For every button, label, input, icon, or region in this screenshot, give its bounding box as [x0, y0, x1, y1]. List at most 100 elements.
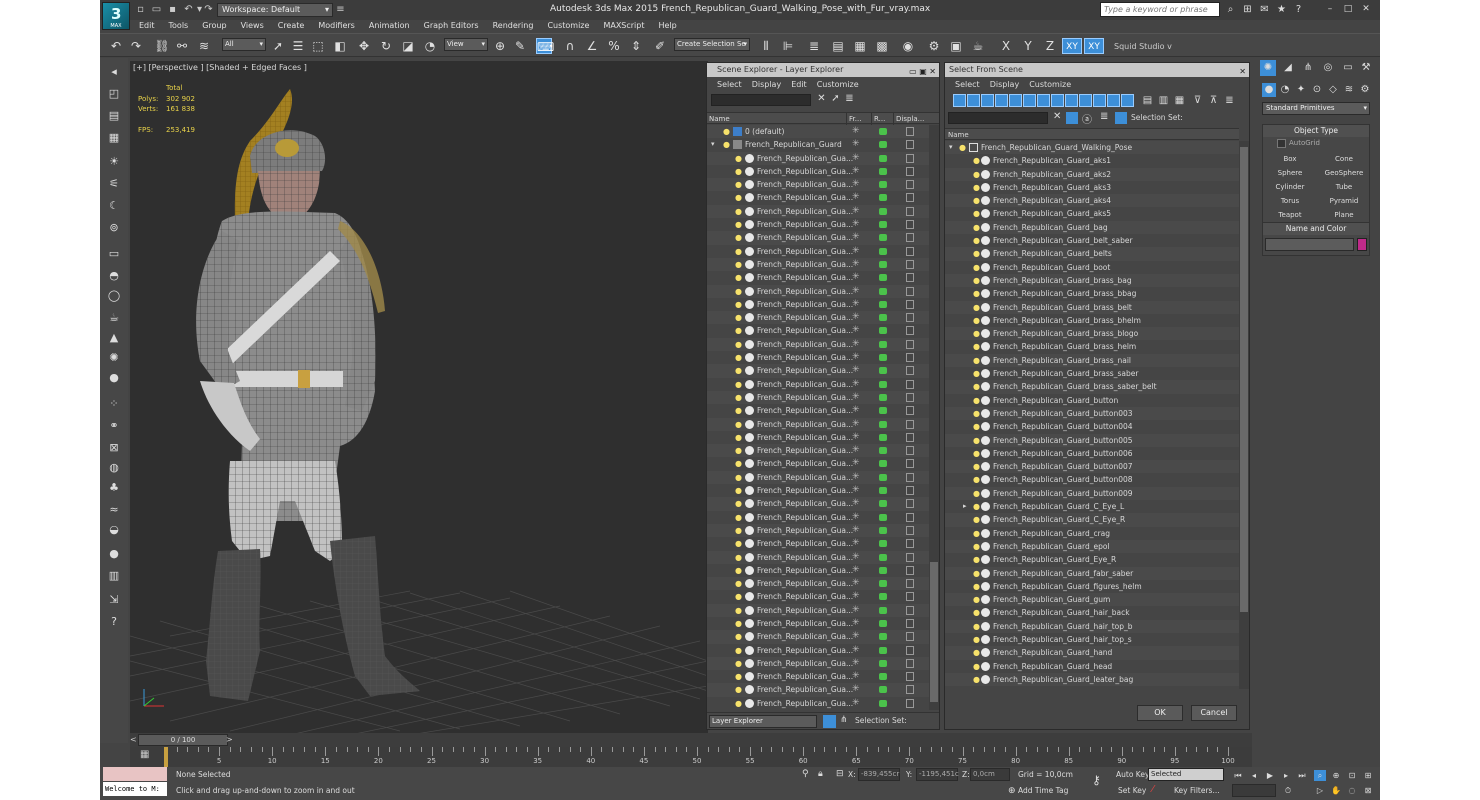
edit-named-selection-icon[interactable]: ✐ — [652, 38, 668, 54]
freeze-toggle-icon[interactable]: ✳ — [852, 497, 860, 510]
sfs-object-row[interactable]: ● French_Republican_Guard_button008 — [945, 473, 1239, 486]
primitive-box-button[interactable]: Box — [1265, 153, 1315, 165]
render-toggle-icon[interactable] — [879, 260, 887, 268]
bulb-icon[interactable]: ● — [735, 380, 742, 389]
display-toggle-icon[interactable] — [906, 552, 914, 562]
object-name[interactable]: French_Republican_Gua... — [757, 617, 853, 630]
object-name[interactable]: French_Republican_Guard_button003 — [993, 407, 1133, 420]
zoom-extents-icon[interactable]: ⊡ — [1346, 770, 1358, 781]
expand-icon[interactable]: ▾ — [711, 138, 715, 151]
se-object-row[interactable]: ● French_Republican_Gua... ✳ — [707, 271, 929, 284]
se-object-row[interactable]: ● French_Republican_Gua... ✳ — [707, 577, 929, 591]
box-primitive-icon[interactable]: ▭ — [106, 246, 122, 262]
se-scroll-thumb[interactable] — [930, 562, 938, 702]
bulb-icon[interactable]: ● — [735, 233, 742, 242]
bulb-icon[interactable]: ● — [735, 459, 742, 468]
object-name[interactable]: French_Republican_Gua... — [757, 497, 853, 510]
display-toggle-icon[interactable] — [906, 419, 914, 429]
sfs-object-row[interactable]: ● French_Republican_Guard_button009 — [945, 486, 1239, 501]
display-toggle-icon[interactable] — [906, 339, 914, 349]
display-toggle-icon[interactable] — [906, 166, 914, 176]
bulb-icon[interactable]: ● — [735, 646, 742, 655]
object-name[interactable]: French_Republican_Gua... — [757, 218, 853, 231]
primitive-torus-button[interactable]: Torus — [1265, 195, 1315, 207]
primitive-cylinder-button[interactable]: Cylinder — [1265, 181, 1315, 193]
freeze-toggle-icon[interactable]: ✳ — [852, 285, 860, 298]
goto-end-icon[interactable]: ⏭ — [1296, 770, 1308, 781]
display-cameras-icon[interactable] — [995, 94, 1008, 107]
object-name[interactable]: French_Republican_Guard_button008 — [993, 473, 1133, 486]
display-toggle-icon[interactable] — [906, 512, 914, 522]
object-name[interactable]: French_Republican_Gua... — [757, 245, 853, 258]
freeze-toggle-icon[interactable]: ✳ — [852, 431, 860, 444]
bulb-icon[interactable]: ● — [735, 592, 742, 601]
object-name[interactable]: French_Republican_Guard_gum — [993, 593, 1110, 606]
se-layer-row[interactable]: ● 0 (default) ✳ — [707, 125, 929, 139]
display-toggle-icon[interactable] — [906, 632, 914, 642]
bulb-icon[interactable]: ● — [973, 542, 980, 551]
object-color-swatch[interactable] — [1357, 238, 1367, 251]
time-next-icon[interactable]: > — [226, 735, 233, 744]
display-toggle-icon[interactable] — [906, 273, 914, 283]
bulb-icon[interactable]: ● — [735, 207, 742, 216]
menu-rendering[interactable]: Rendering — [486, 19, 541, 33]
sfs-object-row[interactable]: ● French_Republican_Guard_gum — [945, 593, 1239, 607]
clear-filter-icon[interactable]: ✕ — [815, 93, 828, 106]
z-coordinate-field[interactable]: 0,0cm — [970, 768, 1010, 781]
grass-icon[interactable]: ♣ — [106, 480, 122, 496]
sfs-object-row[interactable]: ● French_Republican_Guard_brass_belt — [945, 300, 1239, 314]
display-geometry-icon[interactable] — [953, 94, 966, 107]
se-object-row[interactable]: ● French_Republican_Gua... ✳ — [707, 165, 929, 178]
display-toggle-icon[interactable] — [906, 539, 914, 549]
bulb-icon[interactable]: ● — [735, 420, 742, 429]
object-name[interactable]: French_Republican_Guard_aks3 — [993, 181, 1111, 194]
spacewarps-icon[interactable]: ≋ — [1342, 83, 1356, 97]
favorites-icon[interactable]: ★ — [1275, 3, 1288, 16]
se-object-row[interactable]: ● French_Republican_Gua... ✳ — [707, 204, 929, 219]
time-tag-icon[interactable]: ⊕ — [1008, 786, 1016, 796]
hair-icon[interactable]: ≈ — [106, 502, 122, 518]
se-object-row[interactable]: ● French_Republican_Gua... ✳ — [707, 523, 929, 538]
axis-x-button[interactable]: X — [998, 38, 1014, 54]
sfs-object-row[interactable]: ● French_Republican_Guard_epol — [945, 539, 1239, 554]
sfs-menu-customize[interactable]: Customize — [1029, 77, 1071, 92]
bulb-icon[interactable]: ● — [723, 127, 730, 136]
hierarchy-tab-icon[interactable]: ⋔ — [1300, 60, 1316, 76]
se-layer-row[interactable]: ▾ ● French_Republican_Guard ✳ — [707, 138, 929, 151]
render-toggle-icon[interactable] — [879, 433, 887, 441]
bulb-icon[interactable]: ● — [973, 595, 980, 604]
select-filter-icon[interactable]: ➚ — [829, 93, 842, 106]
object-name[interactable]: French_Republican_Gua... — [757, 152, 853, 165]
object-name[interactable]: French_Republican_Guard_Eye_R — [993, 553, 1116, 566]
key-mode-dropdown[interactable]: Selected — [1148, 768, 1224, 781]
display-hidden-icon[interactable] — [1107, 94, 1120, 107]
render-toggle-icon[interactable] — [879, 247, 887, 255]
sfs-object-row[interactable]: ● French_Republican_Guard_brass_bbag — [945, 287, 1239, 300]
bulb-icon[interactable]: ● — [735, 513, 742, 522]
freeze-toggle-icon[interactable]: ✳ — [852, 551, 860, 564]
display-toggle-icon[interactable] — [906, 379, 914, 389]
display-all-icon[interactable] — [1121, 94, 1134, 107]
named-selection-dropdown[interactable]: Create Selection Se — [674, 38, 750, 51]
render-toggle-icon[interactable] — [879, 314, 887, 322]
save-file-icon[interactable]: ▪ — [166, 3, 179, 16]
object-name[interactable]: French_Republican_Gua... — [757, 697, 853, 710]
sfs-title-bar[interactable]: Select From Scene ✕ — [945, 63, 1249, 77]
sfs-object-row[interactable]: ● French_Republican_Guard_hand — [945, 646, 1239, 660]
undo-icon[interactable]: ↶ — [108, 38, 124, 54]
object-name[interactable]: French_Republican_Gua... — [757, 418, 853, 431]
se-object-row[interactable]: ● French_Republican_Gua... ✳ — [707, 231, 929, 245]
se-object-row[interactable]: ● French_Republican_Gua... ✳ — [707, 257, 929, 272]
open-file-icon[interactable]: ▭ — [150, 3, 163, 16]
menu-customize[interactable]: Customize — [540, 19, 596, 33]
material-editor-icon[interactable]: ◉ — [900, 38, 916, 54]
object-name[interactable]: French_Republican_Guard_leater_bag — [993, 673, 1133, 686]
freeze-toggle-icon[interactable]: ✳ — [852, 324, 860, 337]
bulb-icon[interactable]: ● — [973, 316, 980, 325]
object-name[interactable]: French_Republican_Guard_brass_bag — [993, 274, 1132, 287]
bulb-icon[interactable]: ● — [735, 340, 742, 349]
autogrid-checkbox[interactable]: AutoGrid — [1263, 137, 1369, 149]
freeze-toggle-icon[interactable]: ✳ — [852, 537, 860, 550]
object-name[interactable]: French_Republican_Gua... — [757, 285, 853, 298]
scene-explorer-title-bar[interactable]: Scene Explorer - Layer Explorer ▭ ▣ ✕ — [707, 63, 939, 77]
